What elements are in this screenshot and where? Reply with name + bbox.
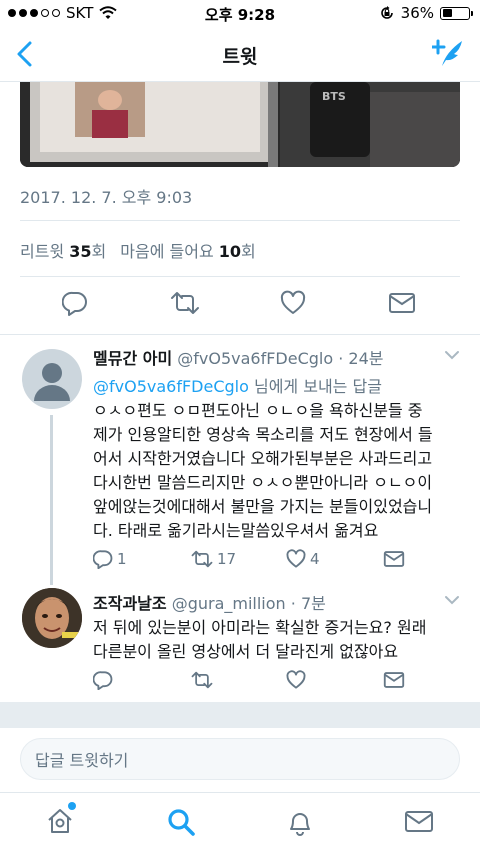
retweet-action[interactable] [191,670,217,690]
dm-action[interactable] [383,670,405,690]
default-avatar-icon [34,363,70,401]
battery-percent: 36% [400,4,434,22]
like-count: 4 [310,550,320,568]
dm-action[interactable] [383,549,405,569]
retweet-stat-count: 35 [69,242,92,261]
retweet-icon [191,550,213,568]
retweet-count: 17 [217,550,237,568]
tweet-stats: 리트윗 35회 마음에 들어요 10회 [20,238,256,262]
new-content-dot [68,802,76,810]
reply-body: 조작과날조 @gura_million · 7분 저 뒤에 있는분이 아미라는 … [93,590,464,664]
reply-tweet[interactable]: 멜뮤간 아미 @fvO5va6fFDeCglo · 24분 @fvO5va6fF… [0,335,480,585]
reply-tweet[interactable]: 조작과날조 @gura_million · 7분 저 뒤에 있는분이 아미라는 … [0,580,480,700]
like-action[interactable]: 4 [286,549,320,569]
dm-icon [383,672,405,688]
reply-to-handle[interactable]: @fvO5va6fFDeCglo [93,377,249,396]
media-photo: BTS [20,82,460,167]
divider [20,276,460,277]
reply-to-line: @fvO5va6fFDeCglo 님에게 보내는 답글 [93,373,464,397]
home-icon[interactable] [46,807,74,835]
display-name[interactable]: 멜뮤간 아미 [93,349,172,368]
like-icon [286,549,306,568]
dm-icon[interactable] [388,290,416,316]
like-stat-label: 마음에 들어요 [120,242,214,261]
retweet-stat-label: 리트윗 [20,242,65,261]
reply-time: · 7분 [290,594,326,613]
like-icon [286,670,306,689]
avatar[interactable] [22,349,82,409]
reply-action[interactable] [93,670,117,690]
reply-icon [93,550,113,569]
status-right: 36% [379,4,473,22]
like-stat-unit: 회 [241,242,256,261]
reply-time: · 24분 [338,349,384,368]
nav-bar: 트윗 [0,26,480,82]
section-gap [0,702,480,728]
reply-text: 저 뒤에 있는분이 아미라는 확실한 증거는요? 원래 다른분이 올린 영상에서… [93,618,427,661]
display-name[interactable]: 조작과날조 [93,594,167,613]
reply-input[interactable]: 답글 트윗하기 [20,738,460,780]
tweet-timestamp: 2017. 12. 7. 오후 9:03 [20,188,193,207]
reply-composer: 답글 트윗하기 [0,728,480,792]
divider [20,220,460,221]
tweet-media-image[interactable]: BTS [20,82,460,167]
retweet-action[interactable]: 17 [191,549,236,569]
compose-tweet-icon[interactable] [432,38,464,68]
user-handle[interactable]: @fvO5va6fFDeCglo [177,349,333,368]
page-title: 트윗 [222,46,258,68]
reply-text: ㅇㅅㅇ편도 ㅇㅁ편도아닌 ㅇㄴㅇ을 욕하신분들 중 제가 인용알티한 영상속 목… [93,401,433,540]
chevron-down-icon[interactable] [444,594,460,606]
user-handle[interactable]: @gura_million [172,594,286,613]
reply-to-suffix: 님에게 보내는 답글 [248,377,382,396]
tweet-actions [0,288,480,324]
like-icon[interactable] [280,290,306,316]
messages-icon[interactable] [404,807,434,835]
reply-body: 멜뮤간 아미 @fvO5va6fFDeCglo · 24분 @fvO5va6fF… [93,345,464,543]
retweet-stat-unit: 회 [91,242,107,261]
search-icon[interactable] [166,807,196,837]
like-stat-count: 10 [218,242,242,261]
reply-icon[interactable] [62,290,88,316]
orientation-lock-icon [380,6,393,19]
notifications-icon[interactable] [286,807,314,837]
media-bts-text: BTS [322,90,346,103]
retweet-icon [191,671,213,689]
like-action[interactable] [286,670,310,690]
user-photo [22,588,82,648]
reply-actions: 1 17 4 [93,549,463,573]
reply-header: 멜뮤간 아미 @fvO5va6fFDeCglo · 24분 [93,345,464,369]
reply-header: 조작과날조 @gura_million · 7분 [93,590,464,614]
retweet-icon[interactable] [170,290,200,316]
avatar[interactable] [22,588,82,648]
like-stat[interactable]: 마음에 들어요 10회 [120,238,256,262]
reply-icon [93,671,113,690]
reply-actions [93,670,463,694]
reply-count: 1 [117,550,127,568]
thread-line [50,415,53,585]
dm-icon [383,551,405,567]
chevron-down-icon[interactable] [444,349,460,361]
status-bar: SKT 오후 9:28 36% [0,0,480,26]
battery-icon [440,6,473,20]
retweet-stat[interactable]: 리트윗 35회 [20,238,106,262]
reply-action[interactable]: 1 [93,549,127,569]
